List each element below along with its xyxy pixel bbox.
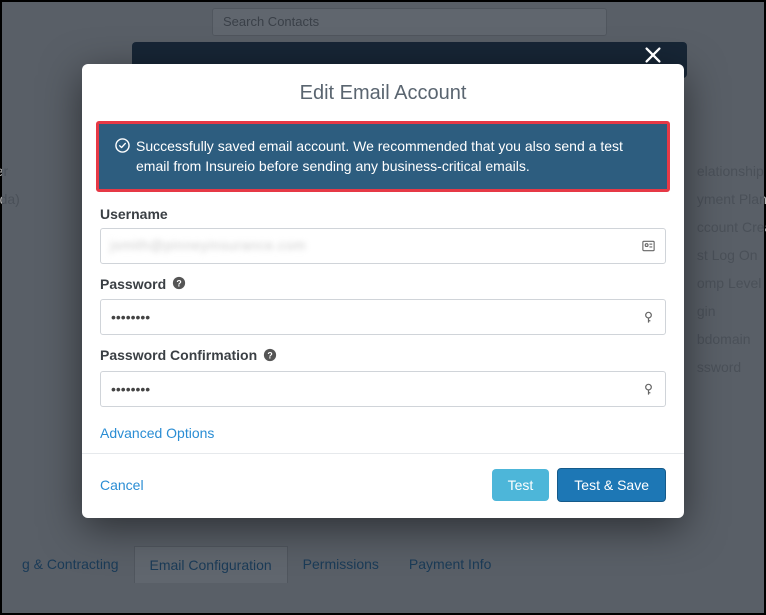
password-confirmation-label: Password Confirmation ? [100,347,666,365]
password-label: Password ? [100,276,666,294]
modal-footer: Cancel Test Test & Save [82,453,684,518]
username-value-blurred: jsmith@pinneyinsurance.com [110,237,306,253]
password-confirmation-group: Password Confirmation ? [100,347,666,407]
test-button[interactable]: Test [492,469,550,501]
password-label-text: Password [100,276,166,292]
edit-email-account-modal: Edit Email Account Successfully saved em… [82,64,684,518]
check-circle-icon [115,136,130,177]
contact-card-icon [641,238,656,253]
close-icon[interactable] [642,42,664,73]
username-label: Username [100,206,666,222]
help-icon[interactable]: ? [263,348,277,365]
key-icon [641,310,656,325]
svg-text:?: ? [176,279,181,289]
modal-title: Edit Email Account [82,64,684,121]
password-conf-label-text: Password Confirmation [100,347,257,363]
key-icon [641,382,656,397]
svg-text:?: ? [267,351,272,361]
username-group: Username jsmith@pinneyinsurance.com [100,206,666,264]
success-alert: Successfully saved email account. We rec… [96,121,670,192]
advanced-options-link[interactable]: Advanced Options [100,419,214,443]
password-confirmation-input[interactable] [100,371,666,407]
password-group: Password ? [100,276,666,336]
help-icon[interactable]: ? [172,276,186,293]
alert-text: Successfully saved email account. We rec… [136,136,651,177]
modal-form: Username jsmith@pinneyinsurance.com Pass… [82,204,684,454]
password-input[interactable] [100,299,666,335]
cancel-button[interactable]: Cancel [100,477,144,493]
test-and-save-button[interactable]: Test & Save [557,468,666,502]
